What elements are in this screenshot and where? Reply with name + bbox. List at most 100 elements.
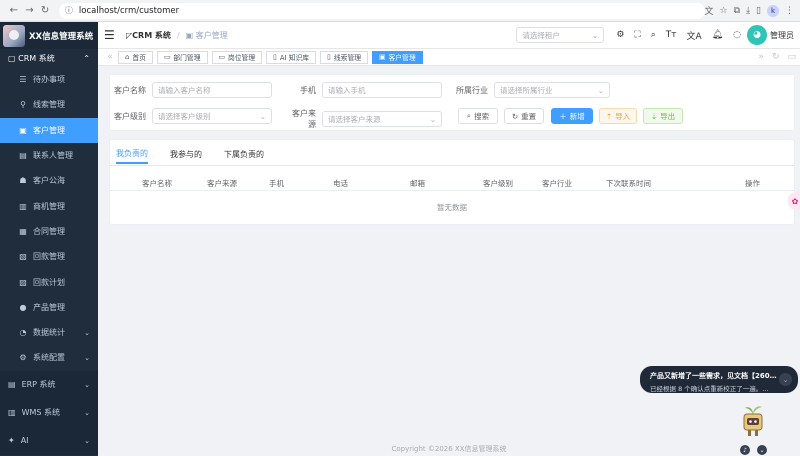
sidebar-item-config[interactable]: ⚙ 系统配置 ⌄ xyxy=(0,345,98,370)
footer: Copyright ©2026 XX信息管理系统 xyxy=(391,445,507,453)
mascot-icon[interactable] xyxy=(738,402,768,442)
bookmark-star-icon[interactable]: ☆ xyxy=(720,6,728,16)
sidepanel-icon[interactable]: ▯ xyxy=(756,6,761,16)
refresh-icon[interactable]: ↻ xyxy=(772,52,780,62)
sidebar-item-label: 联系人管理 xyxy=(33,151,73,161)
user-avatar[interactable]: ◕ xyxy=(747,25,767,45)
reset-button[interactable]: ↻ 重置 xyxy=(504,108,544,124)
sidebar-group-ai[interactable]: ✦ AI ⌄ xyxy=(0,426,98,455)
search-icon[interactable]: ⌕ xyxy=(651,30,656,40)
tag-ai-knowledge[interactable]: ▯ AI 知识库 xyxy=(266,50,317,64)
sidebar-item-receivable-plan[interactable]: ▨ 回款计划 xyxy=(0,269,98,294)
address-bar[interactable]: ⓘ localhost/crm/customer xyxy=(58,2,705,19)
sidebar-brand[interactable]: XX信息管理系统 xyxy=(0,22,98,49)
customer-name-input[interactable]: 请输入客户名称 xyxy=(152,82,272,98)
tag-clue[interactable]: ▯ 线索管理 xyxy=(320,50,369,64)
notification-toast[interactable]: 产品又新增了一些需求，见文档【260… 已经根据 8 个确认点重新校正了一遍。…… xyxy=(640,366,798,393)
sidebar-group-label: WMS 系统 xyxy=(21,408,60,418)
extensions-icon[interactable]: ⧉ xyxy=(734,6,740,16)
back-icon[interactable]: ← xyxy=(6,3,22,19)
user-name[interactable]: 管理员 xyxy=(770,30,794,41)
breadcrumb-home[interactable]: ◸CRM 系统 xyxy=(126,30,171,41)
sidebar-item-customer-pool[interactable]: ☗ 客户公海 xyxy=(0,168,98,193)
site-info-icon[interactable]: ⓘ xyxy=(65,5,73,16)
download-icon[interactable]: ⤓ xyxy=(746,6,750,16)
sidebar-item-customer[interactable]: ▣ 客户管理 xyxy=(0,117,98,143)
sidebar-item-receivable[interactable]: ▧ 回款管理 xyxy=(0,244,98,269)
toast-expand-icon[interactable]: ⌄ xyxy=(779,373,792,386)
sidebar-item-label: 客户管理 xyxy=(33,125,65,135)
import-button[interactable]: ⇡ 导入 xyxy=(599,108,637,124)
sidebar-item-statistics[interactable]: ◔ 数据统计 ⌄ xyxy=(0,320,98,345)
sidebar-item-contact[interactable]: ▤ 联系人管理 xyxy=(0,143,98,168)
industry-select[interactable]: 请选择所属行业 ⌄ xyxy=(494,82,610,98)
chevron-down-icon: ⌄ xyxy=(592,30,599,40)
voice-icon[interactable]: ♪ xyxy=(740,445,750,455)
clue-icon: ⚲ xyxy=(20,100,26,110)
settings-icon[interactable]: ⚙ xyxy=(616,30,624,40)
sidebar-group-erp[interactable]: ▤ ERP 系统 ⌄ xyxy=(0,370,98,399)
export-button[interactable]: ⇣ 导出 xyxy=(643,108,683,124)
sidebar-item-contract[interactable]: ▦ 合同管理 xyxy=(0,219,98,244)
tag-customer[interactable]: ▣ 客户管理 xyxy=(372,50,423,64)
fullscreen-icon[interactable]: ⛶ xyxy=(634,30,640,40)
level-select[interactable]: 请选择客户级别 ⌄ xyxy=(152,108,272,124)
toast-body: 已经根据 8 个确认点重新校正了一遍。… xyxy=(650,385,769,393)
sidebar-item-label: 商机管理 xyxy=(33,201,65,211)
dept-tag-icon: ▭ xyxy=(163,53,171,61)
sidebar-group-label: ERP 系统 xyxy=(21,380,56,390)
column-header-level: 客户级别 xyxy=(483,179,513,188)
column-header-industry: 客户行业 xyxy=(542,179,572,188)
url-text: localhost/crm/customer xyxy=(78,5,180,16)
language-icon[interactable]: 文A xyxy=(687,29,702,42)
profile-avatar[interactable]: k xyxy=(767,4,779,17)
reload-icon[interactable]: ↻ xyxy=(37,3,53,19)
sidebar-item-product[interactable]: ● 产品管理 xyxy=(0,295,98,320)
column-header-actions: 操作 xyxy=(745,179,760,188)
tab-participated[interactable]: 我参与的 xyxy=(170,144,202,164)
tags-scroll-right-icon[interactable]: » xyxy=(758,52,764,62)
tag-dept[interactable]: ▭ 部门管理 xyxy=(156,50,208,64)
chat-icon[interactable]: ◌ xyxy=(733,30,741,40)
mobile-input[interactable]: 请输入手机 xyxy=(322,82,442,98)
collapse-icon[interactable]: ⌄ xyxy=(757,445,767,455)
config-icon: ⚙ xyxy=(19,353,27,363)
tags-menu-icon[interactable]: ▭ xyxy=(787,52,796,62)
sidebar-group-label: AI xyxy=(20,436,29,446)
notification-icon[interactable]: 🔔︎ xyxy=(712,30,723,40)
tag-label: 岗位管理 xyxy=(227,54,256,62)
table-header: 客户名称 客户来源 手机 电话 邮箱 客户级别 客户行业 下次联系时间 操作 xyxy=(110,174,794,191)
translate-icon[interactable]: 文 xyxy=(705,4,714,17)
browser-menu-icon[interactable]: ⋮ xyxy=(785,6,794,16)
tags-view: « ⌂ 首页 ▭ 部门管理 ▭ 岗位管理 ▯ AI 知识库 ▯ 线索管理 ▣ 客户管理 » ↻ ▭ xyxy=(98,49,800,66)
customer-icon: ▣ xyxy=(19,125,27,135)
tag-post[interactable]: ▭ 岗位管理 xyxy=(211,50,263,64)
add-button[interactable]: ＋新增 xyxy=(551,108,593,124)
tab-subordinate[interactable]: 下属负责的 xyxy=(224,144,264,164)
product-icon: ● xyxy=(19,302,27,312)
empty-state: 暂无数据 xyxy=(437,203,467,212)
sidebar-item-business[interactable]: ▥ 商机管理 xyxy=(0,193,98,218)
app-logo xyxy=(3,24,25,47)
mobile-label: 手机 xyxy=(300,85,316,95)
tenant-select[interactable]: 请选择租户 ⌄ xyxy=(516,27,605,43)
forward-icon[interactable]: → xyxy=(22,3,38,19)
tags-scroll-left-icon[interactable]: « xyxy=(102,52,118,62)
chevron-down-icon: ⌄ xyxy=(84,328,90,337)
side-assistant-icon[interactable]: ✿ xyxy=(788,192,800,210)
todo-icon: ☰ xyxy=(19,75,27,85)
chevron-down-icon: ⌄ xyxy=(259,111,266,121)
sidebar: XX信息管理系统 ▢ CRM 系统 ⌃ ☰ 待办事项 ⚲ 线索管理 ▣ 客户管理 ▤ 联系人管… xyxy=(0,22,98,456)
hamburger-icon[interactable]: ☰ xyxy=(104,28,120,42)
sidebar-group-wms[interactable]: ▥ WMS 系统 ⌄ xyxy=(0,398,98,427)
sidebar-item-todo[interactable]: ☰ 待办事项 xyxy=(0,67,98,92)
sidebar-item-clue[interactable]: ⚲ 线索管理 xyxy=(0,92,98,117)
sidebar-group-crm[interactable]: ▢ CRM 系统 ⌃ xyxy=(0,49,98,67)
source-select[interactable]: 请选择客户来源 ⌄ xyxy=(322,111,442,127)
search-button[interactable]: ⌕ 搜索 xyxy=(458,108,498,124)
browser-toolbar: ← → ↻ ⓘ localhost/crm/customer 文 ☆ ⧉ ⤓ ▯… xyxy=(0,0,800,22)
font-size-icon[interactable]: Tт xyxy=(666,30,677,40)
tag-home[interactable]: ⌂ 首页 xyxy=(118,50,153,64)
sidebar-item-label: 合同管理 xyxy=(33,226,65,236)
tab-mine[interactable]: 我负责的 xyxy=(116,144,148,164)
